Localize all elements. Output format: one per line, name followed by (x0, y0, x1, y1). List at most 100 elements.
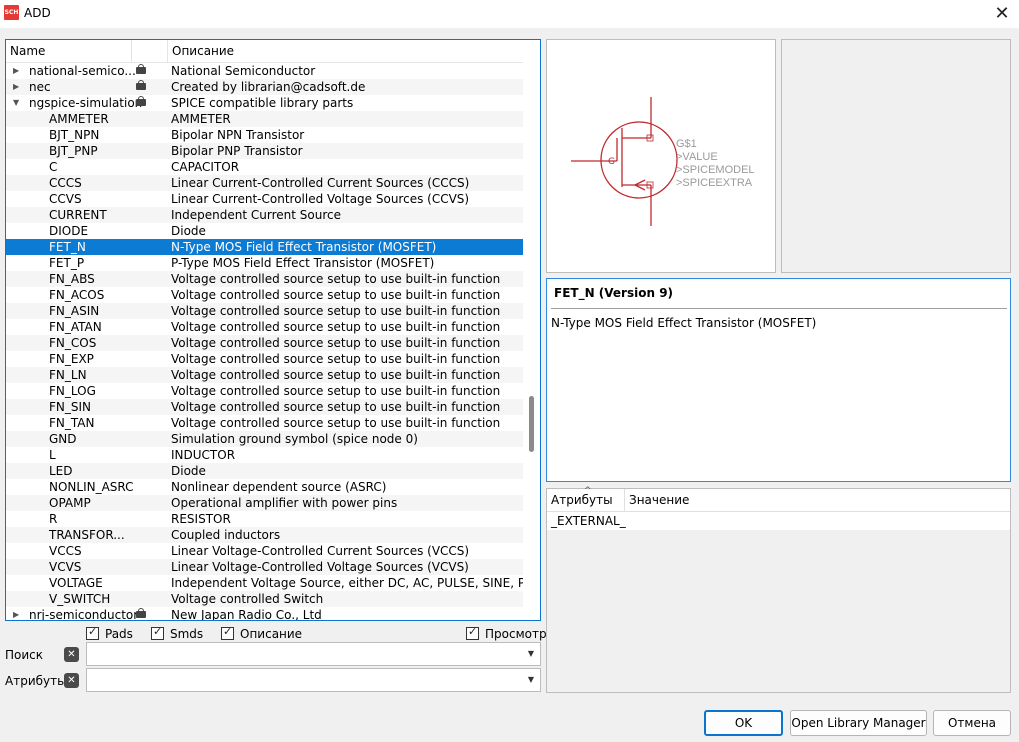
tree-row[interactable]: ▶ national-semico... National Semiconducto… (6, 63, 524, 79)
row-description: Voltage controlled source setup to use b… (171, 272, 501, 286)
attributes-table[interactable]: ^ Атрибуты Значение _EXTERNAL_ (546, 486, 1011, 693)
open-library-manager-button[interactable]: Open Library Manager (790, 710, 927, 736)
chevron-down-icon[interactable]: ▼ (528, 649, 534, 658)
tree-row[interactable]: FET_N N-Type MOS Field Effect Transistor … (6, 239, 524, 255)
row-name: FN_SIN (49, 400, 92, 414)
row-description: Voltage controlled source setup to use b… (171, 336, 501, 350)
symbol-value-text: >VALUE (676, 151, 718, 163)
expand-arrow-icon[interactable]: ▶ (13, 63, 23, 79)
tree-row[interactable]: OPAMP Operational amplifier with power pi… (6, 495, 524, 511)
row-name: FN_TAN (49, 416, 95, 430)
tree-row[interactable]: R RESISTOR (6, 511, 524, 527)
row-description: Nonlinear dependent source (ASRC) (171, 480, 387, 494)
tree-row[interactable]: FN_SIN Voltage controlled source setup to… (6, 399, 524, 415)
row-description: Coupled inductors (171, 528, 281, 542)
column-header-name[interactable]: Name (10, 44, 45, 58)
collapse-arrow-icon[interactable]: ▼ (13, 95, 23, 111)
expand-arrow-icon[interactable]: ▶ (13, 79, 23, 95)
row-name: FN_LOG (49, 384, 96, 398)
tree-row[interactable]: VCCS Linear Voltage-Controlled Current So… (6, 543, 524, 559)
preview-checkbox[interactable] (466, 625, 479, 640)
app-icon: SCH (4, 5, 19, 20)
row-description: Voltage controlled Switch (171, 592, 324, 606)
search-input[interactable]: ▼ (86, 642, 541, 666)
pads-checkbox[interactable] (86, 625, 99, 640)
row-name: national-semico... (29, 64, 136, 78)
column-divider (167, 40, 168, 63)
ok-button[interactable]: OK (704, 710, 783, 736)
tree-row[interactable]: CCCS Linear Current-Controlled Current So… (6, 175, 524, 191)
gate-label: G (608, 157, 615, 167)
tree-row[interactable]: CURRENT Independent Current Source (6, 207, 524, 223)
tree-row[interactable]: FN_ACOS Voltage controlled source setup t… (6, 287, 524, 303)
row-name: TRANSFOR... (49, 528, 125, 542)
clear-attributes-icon[interactable]: ✕ (64, 673, 79, 688)
package-preview (781, 39, 1011, 273)
tree-row[interactable]: ▶ nrj-semiconductor New Japan Radio Co., L… (6, 607, 524, 621)
chevron-down-icon[interactable]: ▼ (528, 675, 534, 684)
tree-row[interactable]: LED Diode (6, 463, 524, 479)
description-label: Описание (240, 627, 303, 641)
tree-row[interactable]: FN_EXP Voltage controlled source setup to… (6, 351, 524, 367)
column-header-value[interactable]: Значение (629, 493, 689, 507)
tree-row[interactable]: VOLTAGE Independent Voltage Source, eithe… (6, 575, 535, 591)
row-name: FN_ACOS (49, 288, 105, 302)
column-header-description[interactable]: Описание (172, 44, 234, 58)
pads-label: Pads (105, 627, 133, 641)
cancel-button[interactable]: Отмена (933, 710, 1011, 736)
tree-row[interactable]: FET_P P-Type MOS Field Effect Transistor … (6, 255, 524, 271)
row-description: Diode (171, 464, 206, 478)
smds-checkbox[interactable] (151, 625, 164, 640)
tree-row[interactable]: L INDUCTOR (6, 447, 524, 463)
row-name: FN_COS (49, 336, 97, 350)
divider (551, 308, 1007, 309)
tree-row[interactable]: NONLIN_ASRC Nonlinear dependent source (A… (6, 479, 524, 495)
row-description: Diode (171, 224, 206, 238)
row-description: Voltage controlled source setup to use b… (171, 320, 501, 334)
row-name: FN_LN (49, 368, 87, 382)
tree-row[interactable]: BJT_NPN Bipolar NPN Transistor (6, 127, 524, 143)
tree-row[interactable]: ▶ nec Created by librarian@cadsoft.de (6, 79, 524, 95)
vertical-scrollbar[interactable] (523, 40, 540, 620)
row-description: Voltage controlled source setup to use b… (171, 288, 501, 302)
attributes-input[interactable]: ▼ (86, 668, 541, 692)
row-name: V_SWITCH (49, 592, 111, 606)
tree-row[interactable]: FN_COS Voltage controlled source setup to… (6, 335, 524, 351)
row-name: BJT_NPN (49, 128, 100, 142)
tree-row[interactable]: FN_ABS Voltage controlled source setup to… (6, 271, 524, 287)
row-name: NONLIN_ASRC (49, 480, 134, 494)
row-name: BJT_PNP (49, 144, 98, 158)
tree-row[interactable]: VCVS Linear Voltage-Controlled Voltage So… (6, 559, 524, 575)
row-name: nrj-semiconductor (29, 608, 139, 621)
tree-row[interactable]: BJT_PNP Bipolar PNP Transistor (6, 143, 524, 159)
device-info-panel: FET_N (Version 9) N-Type MOS Field Effec… (546, 278, 1011, 482)
table-row[interactable]: _EXTERNAL_ (547, 512, 1010, 530)
row-name: R (49, 512, 58, 526)
tree-row[interactable]: FN_ATAN Voltage controlled source setup t… (6, 319, 524, 335)
column-header-attribute[interactable]: Атрибуты (551, 493, 613, 507)
row-description: Voltage controlled source setup to use b… (171, 304, 501, 318)
tree-row[interactable]: FN_TAN Voltage controlled source setup to… (6, 415, 524, 431)
tree-row[interactable]: ▼ ngspice-simulation SPICE compatible libr… (6, 95, 524, 111)
tree-row[interactable]: CCVS Linear Current-Controlled Voltage So… (6, 191, 524, 207)
tree-row[interactable]: FN_ASIN Voltage controlled source setup t… (6, 303, 524, 319)
tree-row[interactable]: TRANSFOR... Coupled inductors (6, 527, 524, 543)
close-icon[interactable]: ✕ (991, 3, 1013, 25)
tree-row[interactable]: V_SWITCH Voltage controlled Switch (6, 591, 524, 607)
tree-row[interactable]: FN_LOG Voltage controlled source setup to… (6, 383, 524, 399)
scrollbar-thumb[interactable] (529, 396, 534, 452)
row-description: N-Type MOS Field Effect Transistor (MOSF… (171, 240, 437, 254)
tree-row[interactable]: DIODE Diode (6, 223, 524, 239)
tree-row[interactable]: C CAPACITOR (6, 159, 524, 175)
tree-row[interactable]: AMMETER AMMETER (6, 111, 524, 127)
row-description: Created by librarian@cadsoft.de (171, 80, 366, 94)
tree-row[interactable]: FN_LN Voltage controlled source setup to … (6, 367, 524, 383)
tree-row[interactable]: GND Simulation ground symbol (spice node … (6, 431, 524, 447)
library-tree[interactable]: Name ^ Описание ▶ national-semico... Natio… (5, 39, 541, 621)
description-checkbox[interactable] (221, 625, 234, 640)
symbol-name-text: G$1 (676, 138, 697, 150)
expand-arrow-icon[interactable]: ▶ (13, 607, 23, 620)
symbol-preview: G G$1 >VALUE >SPICEMODEL >SPICEEXTRA (546, 39, 776, 273)
clear-search-icon[interactable]: ✕ (64, 647, 79, 662)
row-name: OPAMP (49, 496, 91, 510)
